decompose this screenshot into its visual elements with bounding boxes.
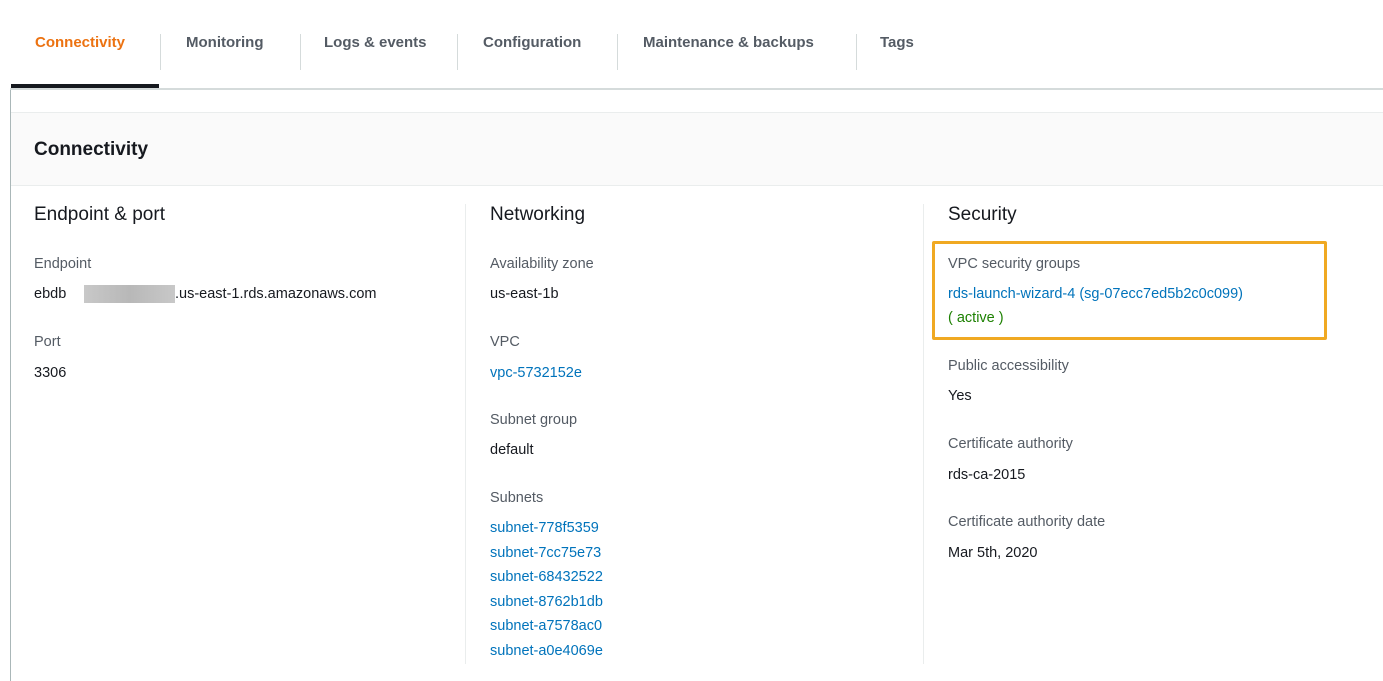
tab-tags[interactable]: Tags [880,34,914,74]
certificate-authority-date-value: Mar 5th, 2020 [948,545,1038,561]
certificate-authority-date-label: Certificate authority date [948,514,1106,530]
tab-monitoring[interactable]: Monitoring [186,34,263,74]
subnet-link[interactable]: subnet-68432522 [490,569,603,585]
vpc-link[interactable]: vpc-5732152e [490,365,582,381]
tab-divider [300,34,301,70]
subnet-link[interactable]: subnet-7cc75e73 [490,545,601,561]
subnet-link[interactable]: subnet-a7578ac0 [490,618,602,634]
subnet-link[interactable]: subnet-8762b1db [490,594,603,610]
endpoint-prefix: ebdb [34,286,67,302]
security-group-link[interactable]: rds-launch-wizard-4 (sg-07ecc7ed5b2c0c09… [948,286,1243,302]
panel-title: Connectivity [34,139,149,160]
redacted-block [84,285,175,303]
availability-zone-label: Availability zone [490,256,594,272]
tab-divider [160,34,161,70]
endpoint-label: Endpoint [34,256,92,272]
status-badge: ( active ) [948,310,1004,326]
tab-divider [457,34,458,70]
endpoint-port-heading: Endpoint & port [34,204,165,225]
endpoint-suffix: .us-east-1.rds.amazonaws.com [175,286,377,302]
subnet-link[interactable]: subnet-778f5359 [490,520,599,536]
port-label: Port [34,334,61,350]
tab-maintenance-backups[interactable]: Maintenance & backups [643,34,814,74]
vpc-security-groups-label: VPC security groups [948,256,1081,272]
panel-header [11,112,1383,186]
availability-zone-value: us-east-1b [490,286,559,302]
column-divider [465,204,466,664]
active-tab-indicator [11,84,159,88]
security-heading: Security [948,204,1017,225]
networking-heading: Networking [490,204,586,225]
detail-frame [10,0,1383,681]
certificate-authority-label: Certificate authority [948,436,1073,452]
certificate-authority-value: rds-ca-2015 [948,467,1026,483]
subnet-link[interactable]: subnet-a0e4069e [490,643,603,659]
subnet-group-value: default [490,442,534,458]
public-accessibility-label: Public accessibility [948,358,1069,374]
port-value: 3306 [34,365,67,381]
public-accessibility-value: Yes [948,388,972,404]
tab-connectivity[interactable]: Connectivity [35,34,125,74]
subnet-group-label: Subnet group [490,412,578,428]
tab-configuration[interactable]: Configuration [483,34,581,74]
column-divider [923,204,924,664]
tab-divider [856,34,857,70]
tab-divider [617,34,618,70]
tab-logs-events[interactable]: Logs & events [324,34,427,74]
vpc-label: VPC [490,334,520,350]
subnets-label: Subnets [490,490,544,506]
